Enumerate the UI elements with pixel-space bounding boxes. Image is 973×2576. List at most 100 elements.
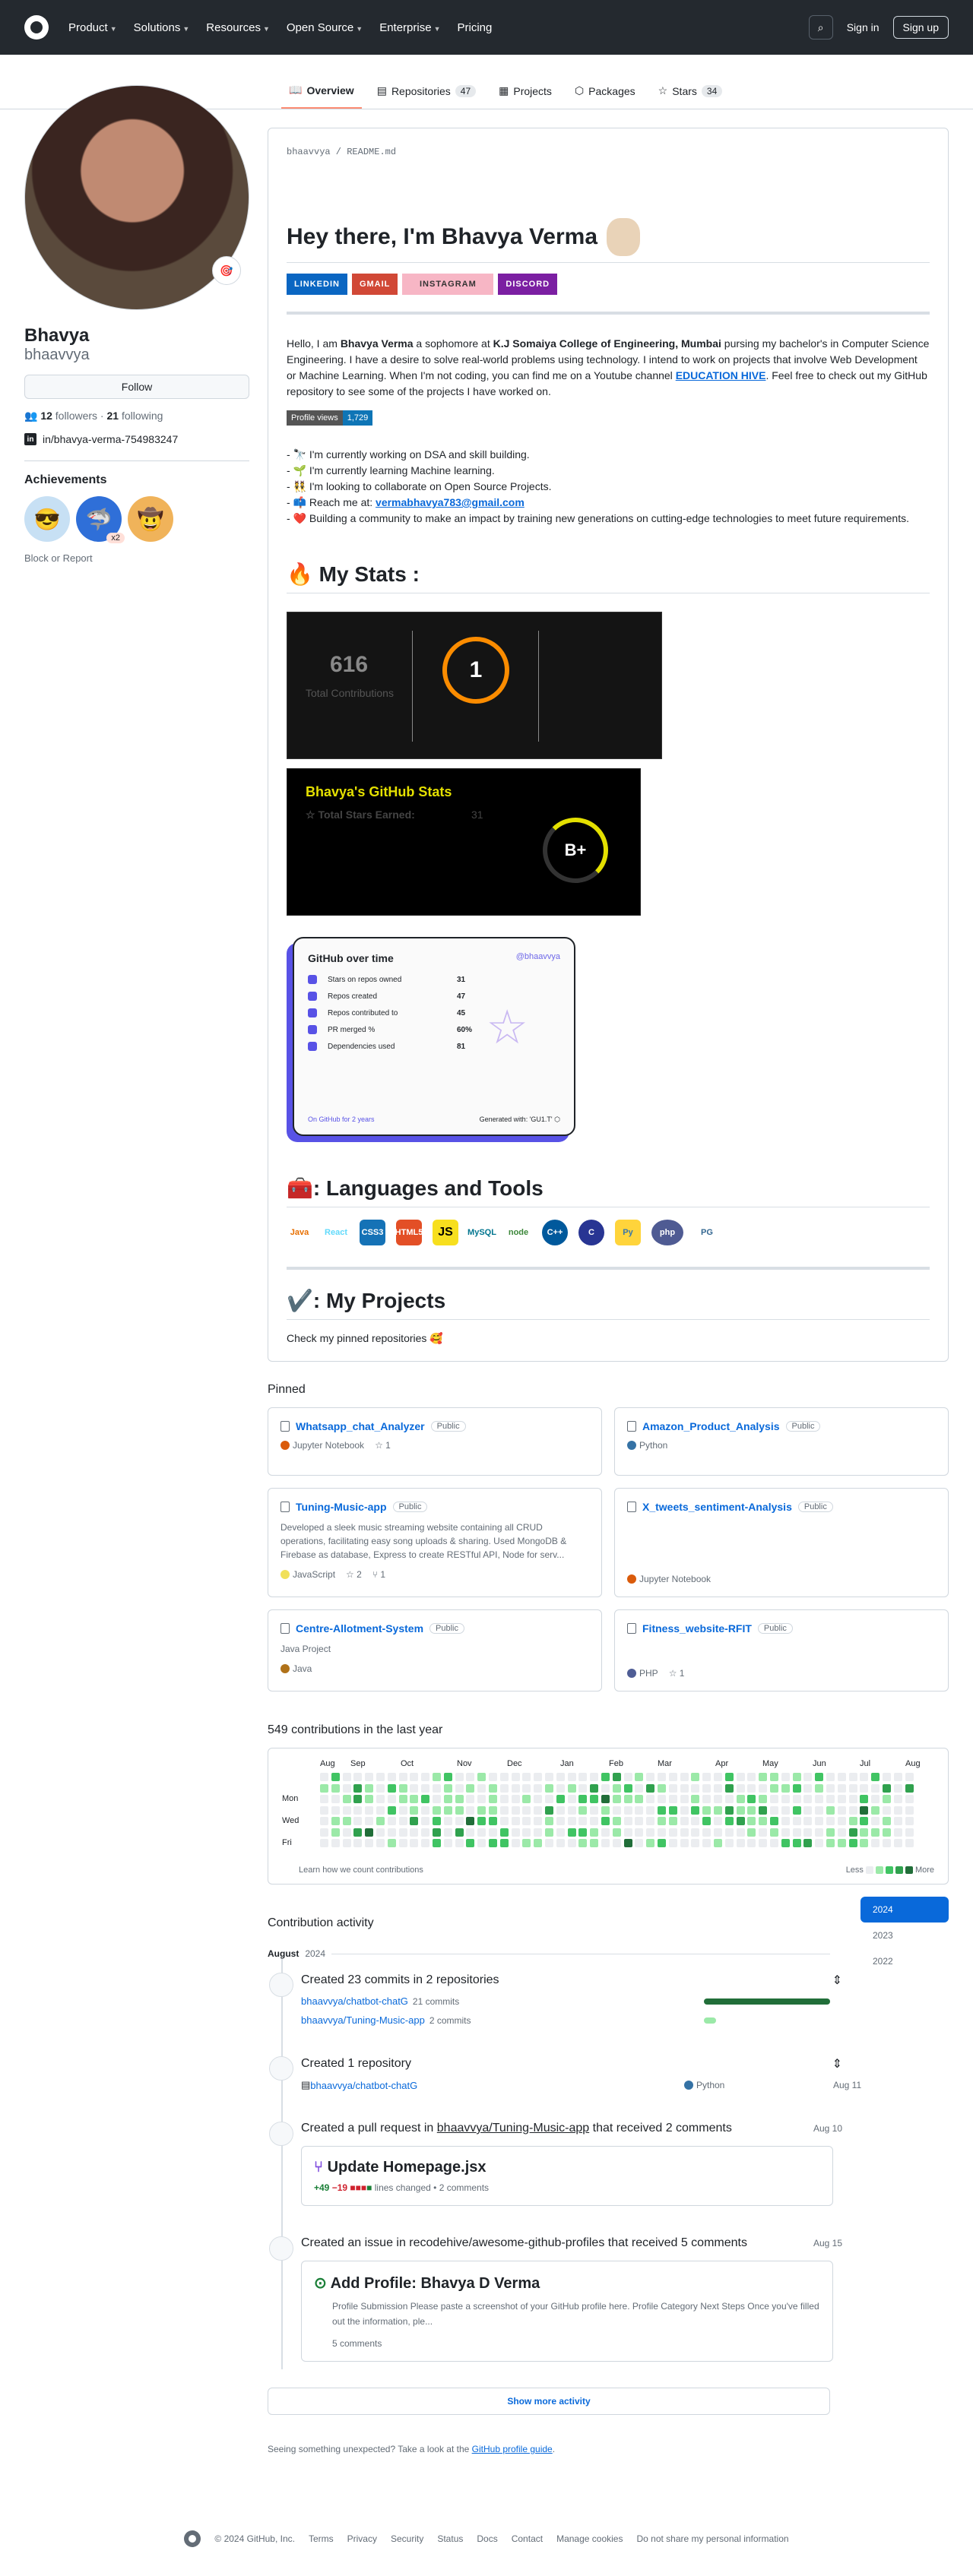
contribution-day[interactable] bbox=[736, 1783, 745, 1793]
contribution-day[interactable] bbox=[365, 1805, 374, 1815]
contribution-day[interactable] bbox=[489, 1828, 497, 1837]
readme-path-user[interactable]: bhaavvya bbox=[287, 147, 331, 157]
issue-name[interactable]: Add Profile: Bhavya D Verma bbox=[331, 2275, 540, 2292]
follow-button[interactable]: Follow bbox=[24, 375, 249, 399]
contribution-day[interactable] bbox=[759, 1828, 768, 1837]
contribution-day[interactable] bbox=[398, 1773, 407, 1781]
contribution-day[interactable] bbox=[365, 1783, 374, 1793]
contribution-day[interactable] bbox=[410, 1773, 419, 1781]
contribution-day[interactable] bbox=[759, 1773, 768, 1781]
contribution-day[interactable] bbox=[387, 1805, 396, 1815]
github-logo-icon[interactable] bbox=[24, 15, 49, 40]
contribution-day[interactable] bbox=[781, 1817, 790, 1825]
contribution-day[interactable] bbox=[522, 1805, 531, 1815]
contribution-day[interactable] bbox=[691, 1783, 700, 1793]
contribution-day[interactable] bbox=[353, 1839, 363, 1847]
youtube-channel-link[interactable]: EDUCATION HIVE bbox=[676, 369, 766, 381]
contribution-day[interactable] bbox=[455, 1817, 464, 1825]
sign-in-link[interactable]: Sign in bbox=[847, 21, 880, 33]
contribution-day[interactable] bbox=[658, 1839, 666, 1847]
contribution-day[interactable] bbox=[499, 1773, 509, 1781]
contribution-day[interactable] bbox=[815, 1817, 824, 1825]
contribution-day[interactable] bbox=[612, 1795, 621, 1803]
contribution-day[interactable] bbox=[545, 1805, 553, 1815]
contribution-day[interactable] bbox=[646, 1839, 655, 1847]
contribution-day[interactable] bbox=[353, 1805, 363, 1815]
contribution-day[interactable] bbox=[860, 1839, 869, 1847]
contribution-day[interactable] bbox=[691, 1773, 700, 1781]
contribution-day[interactable] bbox=[848, 1805, 857, 1815]
contribution-day[interactable] bbox=[601, 1773, 610, 1781]
contribution-day[interactable] bbox=[893, 1817, 902, 1825]
contribution-day[interactable] bbox=[421, 1783, 430, 1793]
contribution-day[interactable] bbox=[905, 1817, 914, 1825]
contribution-day[interactable] bbox=[376, 1783, 385, 1793]
contribution-day[interactable] bbox=[499, 1839, 509, 1847]
contribution-day[interactable] bbox=[702, 1828, 712, 1837]
react-icon[interactable]: React bbox=[323, 1220, 349, 1245]
contribution-day[interactable] bbox=[815, 1783, 824, 1793]
contribution-day[interactable] bbox=[421, 1773, 430, 1781]
contribution-day[interactable] bbox=[455, 1839, 464, 1847]
footer-docs-link[interactable]: Docs bbox=[477, 2533, 497, 2544]
contribution-day[interactable] bbox=[590, 1805, 599, 1815]
email-link[interactable]: vermabhavya783@gmail.com bbox=[376, 496, 525, 508]
contribution-day[interactable] bbox=[499, 1828, 509, 1837]
contribution-day[interactable] bbox=[905, 1828, 914, 1837]
pinned-repo-link[interactable]: Centre-Allotment-System bbox=[296, 1622, 423, 1635]
python-icon[interactable]: Py bbox=[615, 1220, 641, 1245]
contribution-day[interactable] bbox=[702, 1783, 712, 1793]
contribution-day[interactable] bbox=[342, 1817, 351, 1825]
contribution-day[interactable] bbox=[668, 1817, 677, 1825]
search-icon[interactable]: ⌕ bbox=[808, 15, 833, 40]
contribution-day[interactable] bbox=[792, 1805, 801, 1815]
contribution-day[interactable] bbox=[883, 1828, 891, 1837]
contribution-day[interactable] bbox=[522, 1817, 531, 1825]
contribution-day[interactable] bbox=[724, 1828, 734, 1837]
footer-privacy-link[interactable]: Privacy bbox=[347, 2533, 377, 2544]
contribution-day[interactable] bbox=[759, 1783, 768, 1793]
contribution-day[interactable] bbox=[499, 1805, 509, 1815]
contribution-day[interactable] bbox=[623, 1773, 632, 1781]
contribution-day[interactable] bbox=[398, 1795, 407, 1803]
contribution-day[interactable] bbox=[871, 1805, 880, 1815]
contribution-day[interactable] bbox=[410, 1817, 419, 1825]
contribution-day[interactable] bbox=[342, 1773, 351, 1781]
contribution-day[interactable] bbox=[353, 1783, 363, 1793]
contribution-day[interactable] bbox=[466, 1783, 475, 1793]
contribution-day[interactable] bbox=[433, 1783, 441, 1793]
github-logo-icon[interactable] bbox=[184, 2530, 201, 2547]
following-link[interactable]: 21 following bbox=[107, 410, 163, 422]
contribution-day[interactable] bbox=[342, 1839, 351, 1847]
contribution-day[interactable] bbox=[466, 1839, 475, 1847]
contribution-day[interactable] bbox=[658, 1828, 666, 1837]
contribution-day[interactable] bbox=[893, 1839, 902, 1847]
contribution-day[interactable] bbox=[815, 1805, 824, 1815]
stars-link[interactable]: ☆ 2 bbox=[346, 1569, 362, 1580]
contribution-day[interactable] bbox=[320, 1783, 328, 1793]
nav-product[interactable]: Product ▼ bbox=[68, 21, 117, 34]
contribution-day[interactable] bbox=[443, 1805, 452, 1815]
contribution-day[interactable] bbox=[860, 1773, 869, 1781]
contribution-day[interactable] bbox=[320, 1817, 328, 1825]
contribution-day[interactable] bbox=[601, 1795, 610, 1803]
contribution-day[interactable] bbox=[837, 1839, 846, 1847]
contribution-day[interactable] bbox=[702, 1773, 712, 1781]
contribution-day[interactable] bbox=[590, 1773, 599, 1781]
pinned-repo-link[interactable]: Tuning-Music-app bbox=[296, 1501, 387, 1513]
contribution-day[interactable] bbox=[499, 1817, 509, 1825]
achievement-pull-shark-icon[interactable]: 🦈 x2 bbox=[76, 496, 125, 543]
contribution-day[interactable] bbox=[770, 1783, 778, 1793]
contribution-day[interactable] bbox=[567, 1773, 576, 1781]
contribution-day[interactable] bbox=[612, 1839, 621, 1847]
contribution-day[interactable] bbox=[714, 1795, 722, 1803]
contribution-day[interactable] bbox=[534, 1817, 543, 1825]
contribution-day[interactable] bbox=[860, 1828, 869, 1837]
contribution-day[interactable] bbox=[612, 1817, 621, 1825]
contribution-day[interactable] bbox=[590, 1828, 599, 1837]
contribution-day[interactable] bbox=[815, 1828, 824, 1837]
contribution-day[interactable] bbox=[781, 1773, 790, 1781]
contribution-day[interactable] bbox=[747, 1795, 756, 1803]
contribution-day[interactable] bbox=[443, 1839, 452, 1847]
contribution-day[interactable] bbox=[489, 1773, 497, 1781]
